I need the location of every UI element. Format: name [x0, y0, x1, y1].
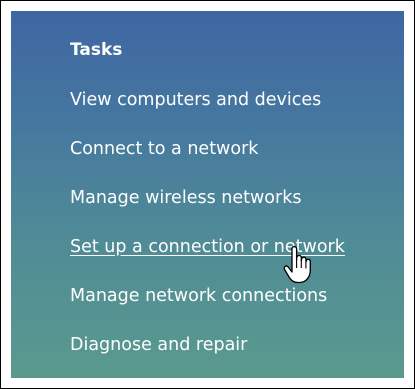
task-link-label: Manage wireless networks [70, 188, 302, 208]
task-link-label: Connect to a network [70, 139, 259, 159]
tasks-pane: Tasks View computers and devices Connect… [11, 11, 404, 378]
task-link-label: Diagnose and repair [70, 335, 248, 355]
screenshot-frame: Tasks View computers and devices Connect… [0, 0, 415, 389]
task-list: View computers and devices Connect to a … [70, 87, 345, 381]
task-link-view-computers[interactable]: View computers and devices [70, 87, 345, 136]
task-link-manage-wireless[interactable]: Manage wireless networks [70, 185, 345, 234]
tasks-heading: Tasks [70, 40, 123, 60]
hand-pointer-icon [283, 246, 311, 284]
task-link-label: Manage network connections [70, 286, 328, 306]
task-link-diagnose-repair[interactable]: Diagnose and repair [70, 332, 345, 381]
task-link-manage-connections[interactable]: Manage network connections [70, 283, 345, 332]
task-link-connect-to-network[interactable]: Connect to a network [70, 136, 345, 185]
task-link-label: View computers and devices [70, 90, 322, 110]
